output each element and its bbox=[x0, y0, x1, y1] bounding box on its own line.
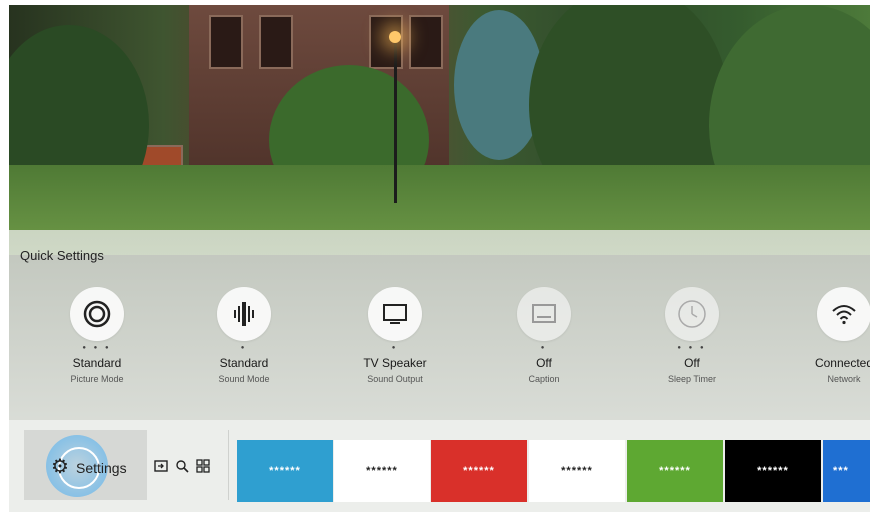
app-tile[interactable]: ****** bbox=[237, 440, 333, 502]
apps-icon[interactable] bbox=[195, 458, 211, 474]
qs-network[interactable]: Connected Network bbox=[784, 287, 870, 384]
app-tile[interactable]: ****** bbox=[725, 440, 821, 502]
picture-mode-icon bbox=[70, 287, 124, 341]
tv-speaker-icon bbox=[368, 287, 422, 341]
app-tile[interactable]: ****** bbox=[334, 440, 430, 502]
app-tile[interactable]: ****** bbox=[529, 440, 625, 502]
gear-icon: ⚙ bbox=[51, 456, 69, 478]
qs-sound-output[interactable]: ● TV Speaker Sound Output bbox=[335, 287, 455, 384]
sleep-timer-icon bbox=[665, 287, 719, 341]
divider bbox=[228, 430, 229, 500]
qs-sleep-timer[interactable]: ● ● ● Off Sleep Timer bbox=[632, 287, 752, 384]
app-tile[interactable]: *** bbox=[823, 440, 870, 502]
qs-sound-mode[interactable]: ● Standard Sound Mode bbox=[184, 287, 304, 384]
quick-settings-title: Quick Settings bbox=[20, 248, 104, 263]
quick-settings-panel: Quick Settings ● ● ● Standard Picture Mo… bbox=[9, 230, 870, 420]
qs-caption[interactable]: ● Off Caption bbox=[484, 287, 604, 384]
app-tile[interactable]: ****** bbox=[431, 440, 527, 502]
source-icon[interactable] bbox=[153, 458, 169, 474]
bottom-launcher-bar: ⚙ Settings ****** ****** ****** ****** *… bbox=[9, 420, 870, 512]
toolbar bbox=[153, 458, 211, 474]
app-tile[interactable]: ****** bbox=[627, 440, 723, 502]
caption-icon bbox=[517, 287, 571, 341]
qs-picture-mode[interactable]: ● ● ● Standard Picture Mode bbox=[37, 287, 157, 384]
search-icon[interactable] bbox=[174, 458, 190, 474]
settings-button[interactable]: ⚙ Settings bbox=[24, 430, 147, 500]
wifi-icon bbox=[817, 287, 870, 341]
street-lamp bbox=[389, 31, 401, 43]
settings-label: Settings bbox=[76, 460, 127, 476]
tv-screen: Quick Settings ● ● ● Standard Picture Mo… bbox=[9, 5, 870, 512]
sound-mode-icon bbox=[217, 287, 271, 341]
